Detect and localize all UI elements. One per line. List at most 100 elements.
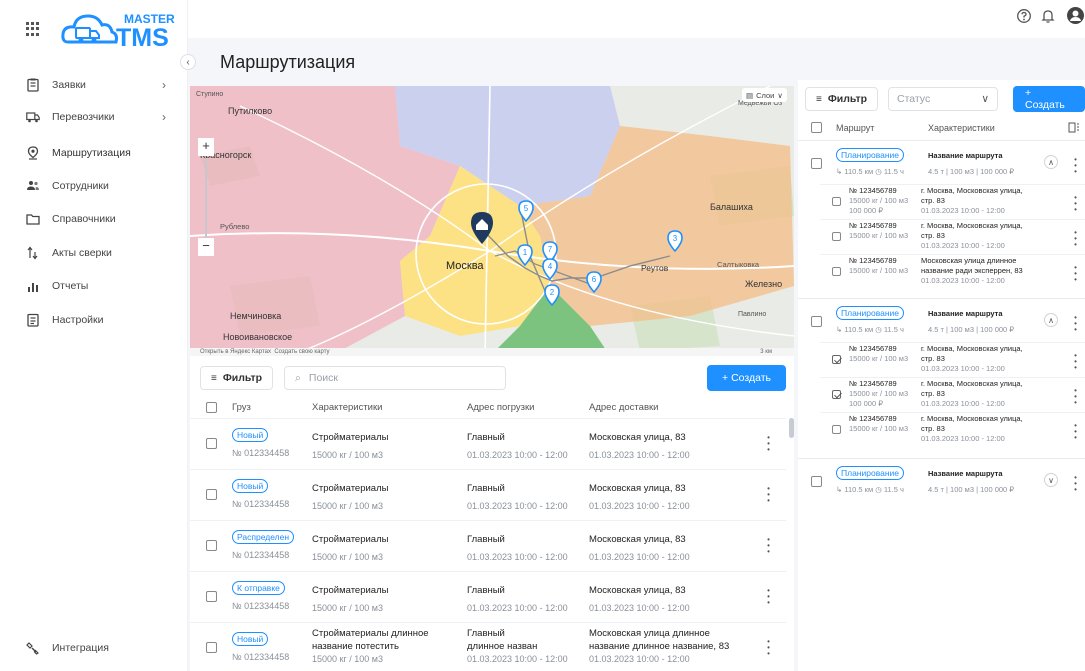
more-vertical-icon[interactable]	[1074, 474, 1077, 492]
user-avatar-icon[interactable]	[1066, 6, 1085, 25]
zoom-slider[interactable]	[205, 158, 207, 238]
route-status-badge: Планирование	[836, 306, 905, 320]
more-vertical-icon[interactable]	[767, 434, 770, 452]
more-vertical-icon[interactable]	[1074, 229, 1077, 247]
stop-address-line2: стр. 83	[921, 389, 945, 398]
more-vertical-icon[interactable]	[1074, 264, 1077, 282]
route-checkbox[interactable]	[811, 476, 822, 487]
sidebar-item-directories[interactable]: Справочники	[26, 208, 176, 230]
orders-scrollbar[interactable]	[789, 418, 794, 438]
select-all-orders-checkbox[interactable]	[206, 402, 217, 413]
route-name: Название маршрута	[928, 309, 1003, 318]
svg-text:3: 3	[673, 234, 678, 243]
column-settings-icon[interactable]	[1068, 121, 1080, 133]
more-vertical-icon[interactable]	[1074, 352, 1077, 370]
help-icon[interactable]	[1016, 8, 1032, 24]
route-marker[interactable]: 2	[544, 284, 560, 309]
stop-checkbox[interactable]	[832, 355, 841, 364]
route-map[interactable]: 5 1 7 4 2 6 3 Путилково Красногорск Рубл…	[190, 86, 794, 356]
apps-grid-icon[interactable]	[26, 22, 40, 36]
sidebar-item-reconciliation[interactable]: Акты сверки	[26, 242, 176, 264]
sidebar-item-label: Интеграция	[52, 642, 109, 654]
select-all-routes-checkbox[interactable]	[811, 122, 822, 133]
chevron-right-icon: ›	[162, 110, 166, 124]
integration-icon	[26, 642, 39, 655]
more-vertical-icon[interactable]	[767, 587, 770, 605]
route-marker[interactable]: 5	[518, 200, 534, 225]
sidebar-item-integration[interactable]: Интеграция	[26, 637, 176, 659]
stop-time: 01.03.2023 10:00 - 12:00	[921, 276, 1005, 285]
load-address: Главный	[467, 628, 505, 639]
sidebar-item-settings[interactable]: Настройки	[26, 309, 176, 331]
sidebar-item-routing[interactable]: Маршрутизация	[26, 142, 176, 164]
bell-icon[interactable]	[1040, 8, 1056, 24]
chevron-right-icon: ›	[162, 78, 166, 92]
stop-address-line2: стр. 83	[921, 196, 945, 205]
routes-filter-button[interactable]: ≡ Фильтр	[805, 87, 879, 111]
sidebar-item-employees[interactable]: Сотрудники	[26, 175, 176, 197]
delivery-address: Московская улица, 83	[589, 432, 686, 443]
zoom-in-button[interactable]: +	[198, 138, 214, 156]
filter-icon: ≡	[211, 372, 217, 384]
sidebar-item-requests[interactable]: Заявки ›	[26, 74, 176, 96]
route-marker[interactable]: 3	[667, 230, 683, 255]
order-checkbox[interactable]	[206, 642, 217, 653]
sidebar-item-carriers[interactable]: Перевозчики ›	[26, 106, 176, 128]
status-badge: Новый	[232, 479, 269, 493]
stop-address-line2: стр. 83	[921, 424, 945, 433]
sidebar-item-reports[interactable]: Отчеты	[26, 275, 176, 297]
orders-search-input[interactable]: ⌕ Поиск	[284, 366, 506, 390]
route-card[interactable]	[798, 458, 1085, 502]
column-header: Адрес погрузки	[467, 402, 535, 413]
truck-icon	[26, 112, 40, 123]
order-row[interactable]	[190, 418, 786, 468]
order-row[interactable]	[190, 571, 786, 621]
order-checkbox[interactable]	[206, 591, 217, 602]
stop-checkbox[interactable]	[832, 267, 841, 276]
stop-weight: 15000 кг / 100 м3	[849, 266, 909, 275]
order-row[interactable]	[190, 520, 786, 570]
more-vertical-icon[interactable]	[767, 485, 770, 503]
route-marker[interactable]: 4	[542, 258, 558, 283]
sidebar: MASTER TMS Заявки › Перевозчики › Маршру…	[0, 0, 188, 671]
collapse-sidebar-button[interactable]: ‹	[180, 54, 196, 70]
bar-chart-icon	[28, 283, 38, 292]
route-checkbox[interactable]	[811, 158, 822, 169]
orders-filter-button[interactable]: ≡ Фильтр	[200, 366, 274, 390]
more-vertical-icon[interactable]	[767, 536, 770, 554]
layers-button[interactable]: ▤ Слои ∨	[742, 88, 787, 102]
chevron-up-icon[interactable]: ∧	[1044, 155, 1058, 169]
more-vertical-icon[interactable]	[1074, 156, 1077, 174]
stop-checkbox[interactable]	[832, 197, 841, 206]
order-checkbox[interactable]	[206, 489, 217, 500]
status-select[interactable]: Статус ∨	[888, 87, 998, 111]
cargo-name: Стройматериалы	[312, 534, 389, 545]
route-marker[interactable]: 1	[517, 244, 533, 269]
stop-time: 01.03.2023 10:00 - 12:00	[921, 241, 1005, 250]
cargo-name: Стройматериалы длинное	[312, 628, 429, 639]
master-tms-logo[interactable]: MASTER TMS	[60, 6, 182, 50]
stop-checkbox[interactable]	[832, 390, 841, 399]
zoom-out-button[interactable]: −	[198, 238, 214, 256]
more-vertical-icon[interactable]	[1074, 194, 1077, 212]
chevron-up-icon[interactable]: ∧	[1044, 313, 1058, 327]
routes-create-button[interactable]: + Создать	[1013, 86, 1085, 112]
order-checkbox[interactable]	[206, 438, 217, 449]
stop-time: 01.03.2023 10:00 - 12:00	[921, 399, 1005, 408]
route-checkbox[interactable]	[811, 316, 822, 327]
chevron-down-icon[interactable]: ∨	[1044, 473, 1058, 487]
more-vertical-icon[interactable]	[1074, 422, 1077, 440]
layers-icon: ▤	[746, 90, 754, 100]
more-vertical-icon[interactable]	[1074, 387, 1077, 405]
more-vertical-icon[interactable]	[1074, 314, 1077, 332]
order-number: № 012334458	[232, 601, 290, 611]
column-header: Груз	[232, 402, 251, 413]
route-marker[interactable]: 6	[586, 271, 602, 296]
order-checkbox[interactable]	[206, 540, 217, 551]
order-row[interactable]	[190, 469, 786, 519]
orders-create-button[interactable]: + Создать	[707, 365, 786, 391]
stop-checkbox[interactable]	[832, 425, 841, 434]
stop-checkbox[interactable]	[832, 232, 841, 241]
chevron-down-icon: ∨	[981, 93, 989, 105]
more-vertical-icon[interactable]	[767, 638, 770, 656]
